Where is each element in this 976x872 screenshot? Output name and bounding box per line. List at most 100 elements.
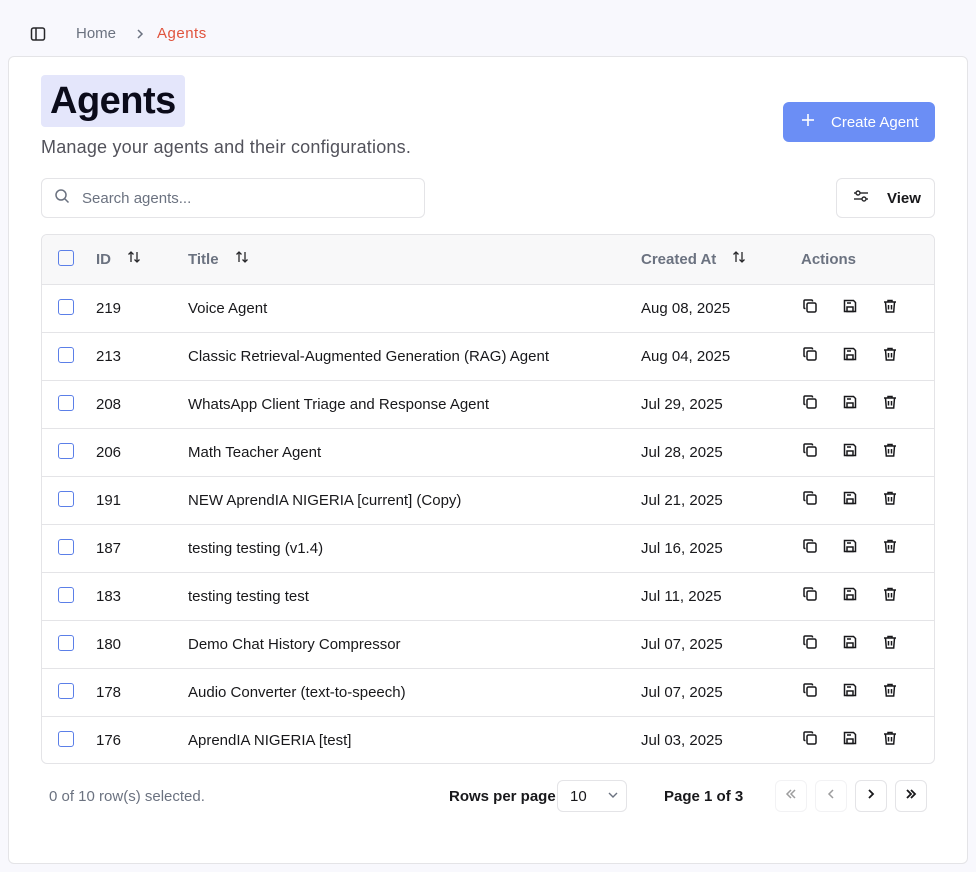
trash-button[interactable]	[881, 539, 899, 557]
table-row[interactable]: 213 Classic Retrieval-Augmented Generati…	[42, 332, 934, 380]
page-title: Agents	[50, 79, 176, 122]
table-row[interactable]: 183 testing testing test Jul 11, 2025	[42, 572, 934, 620]
copy-button[interactable]	[801, 443, 819, 461]
trash-button[interactable]	[881, 299, 899, 317]
save-button[interactable]	[841, 299, 859, 317]
row-id: 183	[96, 587, 122, 605]
next-page-button[interactable]	[855, 780, 887, 812]
chevrons-left-icon	[784, 787, 798, 806]
table-row[interactable]: 191 NEW AprendIA NIGERIA [current] (Copy…	[42, 476, 934, 524]
chevron-down-icon	[607, 788, 619, 805]
trash-icon	[882, 586, 898, 606]
table-row[interactable]: 208 WhatsApp Client Triage and Response …	[42, 380, 934, 428]
copy-icon	[802, 298, 818, 318]
save-button[interactable]	[841, 683, 859, 701]
row-actions	[801, 299, 934, 317]
save-button[interactable]	[841, 491, 859, 509]
column-header-title: Title	[188, 250, 219, 268]
copy-icon	[802, 682, 818, 702]
view-button[interactable]: View	[836, 178, 935, 218]
trash-button[interactable]	[881, 587, 899, 605]
row-checkbox[interactable]	[58, 538, 74, 555]
sliders-icon	[853, 188, 869, 208]
copy-icon	[802, 730, 818, 750]
sort-id-header[interactable]: ID	[96, 250, 188, 268]
copy-button[interactable]	[801, 395, 819, 413]
copy-button[interactable]	[801, 299, 819, 317]
save-icon	[842, 730, 858, 750]
save-button[interactable]	[841, 443, 859, 461]
sort-icon	[235, 250, 249, 268]
search-box[interactable]	[41, 178, 425, 218]
table-row[interactable]: 219 Voice Agent Aug 08, 2025	[42, 284, 934, 332]
trash-button[interactable]	[881, 635, 899, 653]
save-button[interactable]	[841, 731, 859, 749]
row-checkbox[interactable]	[58, 442, 74, 459]
copy-button[interactable]	[801, 491, 819, 509]
copy-button[interactable]	[801, 683, 819, 701]
row-checkbox[interactable]	[58, 586, 74, 603]
rows-per-page-label: Rows per page	[449, 788, 556, 805]
last-page-button[interactable]	[895, 780, 927, 812]
save-button[interactable]	[841, 635, 859, 653]
first-page-button[interactable]	[775, 780, 807, 812]
row-checkbox[interactable]	[58, 682, 74, 699]
copy-button[interactable]	[801, 731, 819, 749]
trash-icon	[882, 682, 898, 702]
create-agent-label: Create Agent	[831, 113, 919, 131]
row-created: Jul 28, 2025	[641, 443, 723, 461]
save-button[interactable]	[841, 539, 859, 557]
row-checkbox[interactable]	[58, 394, 74, 411]
sort-title-header[interactable]: Title	[188, 250, 641, 268]
copy-button[interactable]	[801, 635, 819, 653]
sidebar-toggle-icon[interactable]	[28, 24, 48, 44]
row-title: testing testing (v1.4)	[188, 539, 324, 557]
main-card: Agents Manage your agents and their conf…	[8, 56, 968, 864]
chevron-right-icon	[864, 787, 878, 806]
copy-icon	[802, 490, 818, 510]
table-row[interactable]: 187 testing testing (v1.4) Jul 16, 2025	[42, 524, 934, 572]
copy-icon	[802, 634, 818, 654]
copy-button[interactable]	[801, 587, 819, 605]
save-button[interactable]	[841, 395, 859, 413]
row-checkbox[interactable]	[58, 298, 74, 315]
column-header-id: ID	[96, 250, 111, 268]
copy-button[interactable]	[801, 347, 819, 365]
trash-button[interactable]	[881, 491, 899, 509]
trash-button[interactable]	[881, 683, 899, 701]
create-agent-button[interactable]: Create Agent	[783, 102, 935, 142]
table-row[interactable]: 206 Math Teacher Agent Jul 28, 2025	[42, 428, 934, 476]
rows-per-page-value: 10	[570, 787, 587, 805]
select-all-checkbox[interactable]	[58, 249, 74, 266]
chevron-left-icon	[824, 787, 838, 806]
row-actions	[801, 635, 934, 653]
view-label: View	[887, 189, 921, 207]
row-actions	[801, 395, 934, 413]
table-row[interactable]: 178 Audio Converter (text-to-speech) Jul…	[42, 668, 934, 716]
row-checkbox[interactable]	[58, 490, 74, 507]
row-checkbox[interactable]	[58, 730, 74, 747]
row-id: 206	[96, 443, 122, 461]
table-row[interactable]: 176 AprendIA NIGERIA [test] Jul 03, 2025	[42, 716, 934, 763]
save-button[interactable]	[841, 347, 859, 365]
chevron-right-icon	[134, 26, 146, 42]
copy-button[interactable]	[801, 539, 819, 557]
breadcrumb-home[interactable]: Home	[76, 24, 116, 44]
sort-created-header[interactable]: Created At	[641, 250, 801, 268]
rows-per-page-select[interactable]: 10	[557, 780, 627, 812]
row-id: 213	[96, 347, 122, 365]
prev-page-button[interactable]	[815, 780, 847, 812]
copy-icon	[802, 394, 818, 414]
row-checkbox[interactable]	[58, 634, 74, 651]
row-id: 219	[96, 299, 122, 317]
trash-button[interactable]	[881, 347, 899, 365]
row-checkbox[interactable]	[58, 346, 74, 363]
save-button[interactable]	[841, 587, 859, 605]
row-created: Jul 29, 2025	[641, 395, 723, 413]
row-actions	[801, 587, 934, 605]
trash-button[interactable]	[881, 731, 899, 749]
search-input[interactable]	[82, 189, 402, 207]
trash-button[interactable]	[881, 395, 899, 413]
table-row[interactable]: 180 Demo Chat History Compressor Jul 07,…	[42, 620, 934, 668]
trash-button[interactable]	[881, 443, 899, 461]
